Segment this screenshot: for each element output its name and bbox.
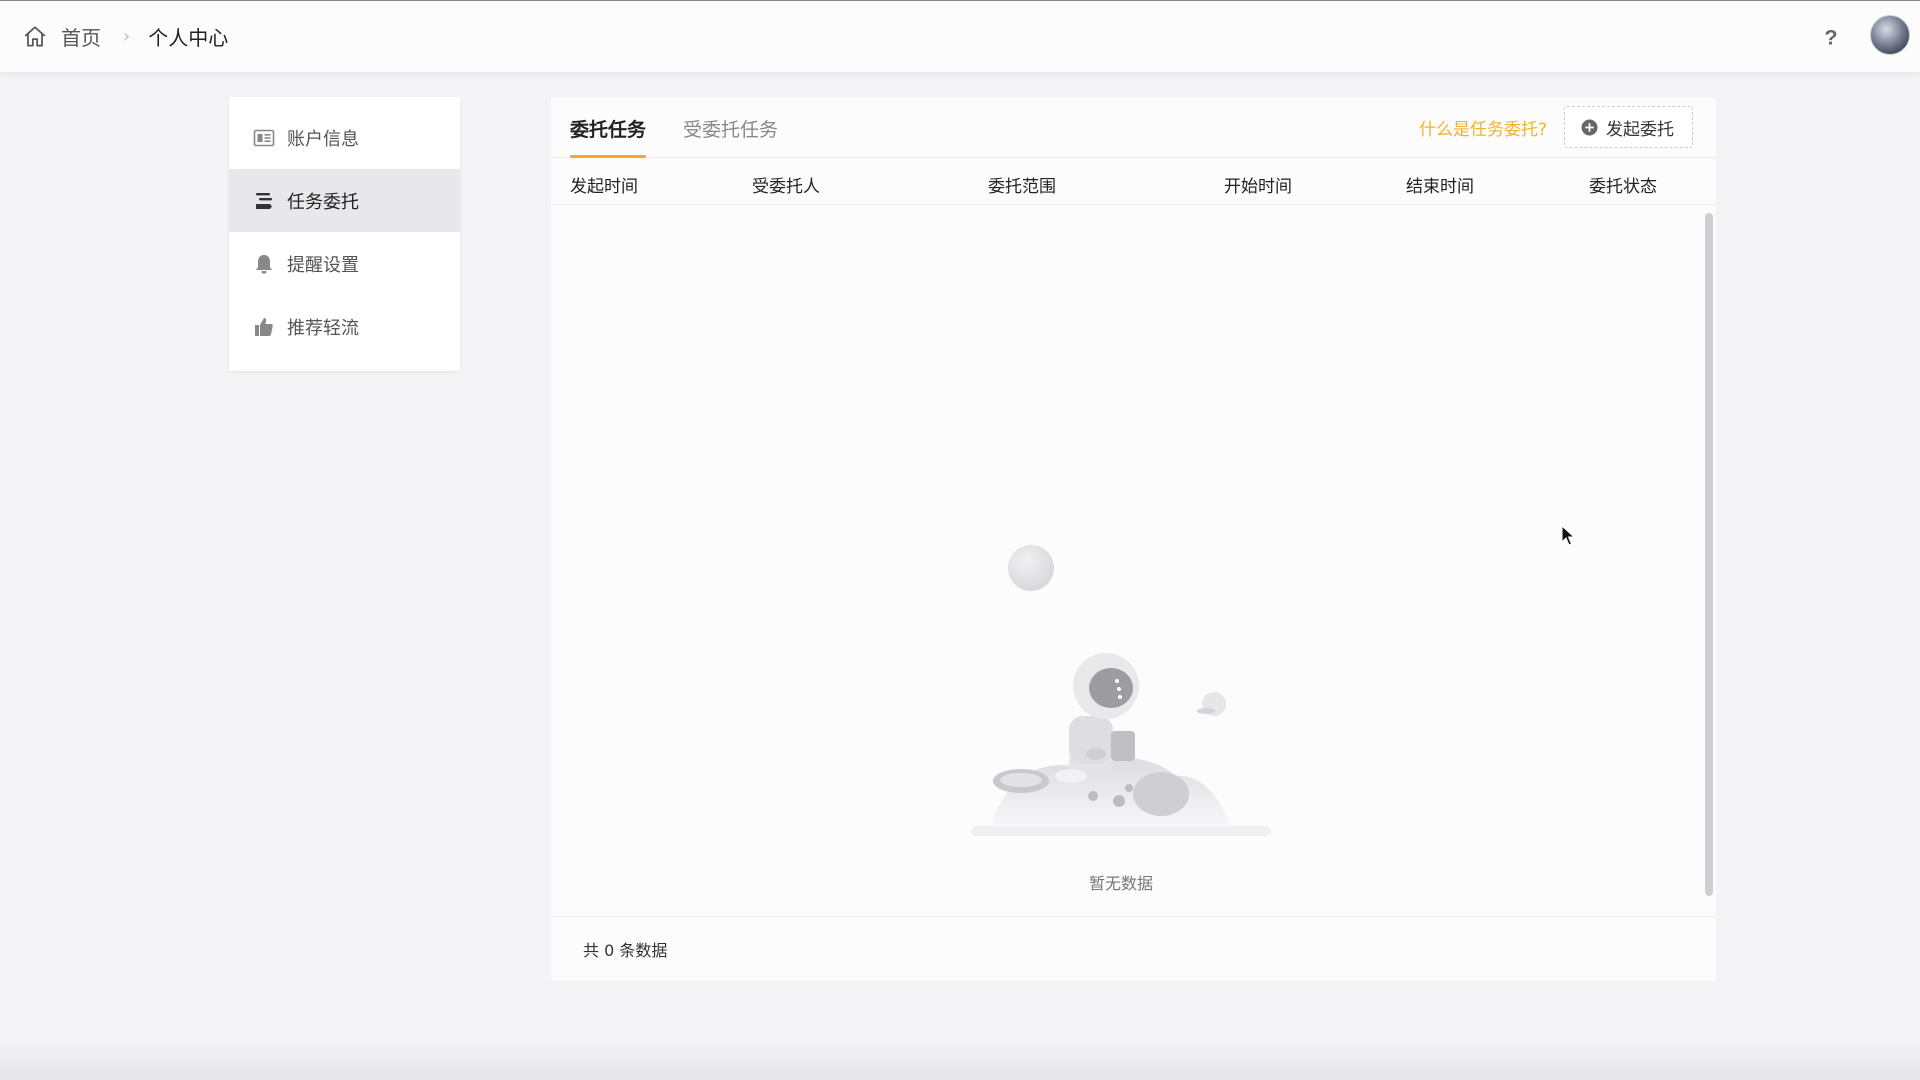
id-card-icon xyxy=(253,127,275,149)
table-header: 发起时间 受委托人 委托范围 开始时间 结束时间 委托状态 xyxy=(551,158,1716,205)
breadcrumb: 首页 › 个人中心 xyxy=(22,22,228,51)
sidebar-item-label: 提醒设置 xyxy=(287,254,359,276)
bell-icon xyxy=(253,253,275,275)
new-delegation-button[interactable]: 发起委托 xyxy=(1564,106,1693,148)
sidebar-item-task-delegation[interactable]: 任务委托 xyxy=(229,169,460,232)
tab-received-tasks[interactable]: 受委托任务 xyxy=(683,115,778,157)
column-header[interactable]: 受委托人 xyxy=(752,172,820,197)
avatar[interactable] xyxy=(1870,14,1914,59)
sidebar-item-account-info[interactable]: 账户信息 xyxy=(229,106,460,169)
mouse-cursor-icon xyxy=(1561,525,1575,546)
plus-circle-icon xyxy=(1581,119,1598,136)
home-icon[interactable] xyxy=(22,24,48,50)
svg-text:?: ? xyxy=(1824,24,1837,49)
sidebar-item-recommend[interactable]: 推荐轻流 xyxy=(229,295,460,358)
delegation-panel: 委托任务 受委托任务 什么是任务委托? 发起委托 发起时间 受委托人 委托范围 … xyxy=(551,98,1716,981)
sidebar-item-reminder-settings[interactable]: 提醒设置 xyxy=(229,232,460,295)
question-icon[interactable]: ? xyxy=(1818,24,1844,50)
tab-bar: 委托任务 受委托任务 什么是任务委托? 发起委托 xyxy=(551,98,1716,158)
sidebar-item-label: 任务委托 xyxy=(287,191,359,213)
column-header[interactable]: 委托范围 xyxy=(988,172,1056,197)
top-header: 首页 › 个人中心 ? xyxy=(0,0,1920,72)
column-header[interactable]: 开始时间 xyxy=(1224,172,1292,197)
breadcrumb-home[interactable]: 首页 xyxy=(61,22,101,51)
scrollbar-thumb[interactable] xyxy=(1705,213,1713,896)
column-header[interactable]: 委托状态 xyxy=(1589,172,1657,197)
thumbs-up-icon xyxy=(253,316,275,338)
bottom-shadow xyxy=(0,1040,1920,1080)
sidebar-item-label: 推荐轻流 xyxy=(287,317,359,339)
tab-delegated-tasks[interactable]: 委托任务 xyxy=(570,115,647,158)
empty-state: 暂无数据 xyxy=(951,526,1291,894)
table-footer: 共 0 条数据 xyxy=(551,916,1716,981)
breadcrumb-current: 个人中心 xyxy=(148,26,229,50)
column-header[interactable]: 发起时间 xyxy=(570,172,638,197)
delegate-icon xyxy=(253,190,275,212)
vertical-scrollbar[interactable] xyxy=(1703,209,1713,913)
tab-actions: 什么是任务委托? 发起委托 xyxy=(1419,106,1693,148)
total-count: 共 0 条数据 xyxy=(583,941,668,960)
what-is-delegation-link[interactable]: 什么是任务委托? xyxy=(1419,115,1547,140)
header-actions: ? xyxy=(1818,14,1920,59)
breadcrumb-separator: › xyxy=(123,26,131,47)
new-delegation-label: 发起委托 xyxy=(1606,119,1674,140)
empty-text: 暂无数据 xyxy=(1088,874,1153,893)
sidebar: 账户信息 任务委托 提醒设置 推荐轻流 xyxy=(229,97,460,371)
astronaut-illustration xyxy=(971,545,1271,836)
sidebar-item-label: 账户信息 xyxy=(287,128,359,150)
column-header[interactable]: 结束时间 xyxy=(1406,172,1474,197)
table-body: 暂无数据 xyxy=(551,206,1716,916)
user-avatar-image xyxy=(1870,14,1910,55)
